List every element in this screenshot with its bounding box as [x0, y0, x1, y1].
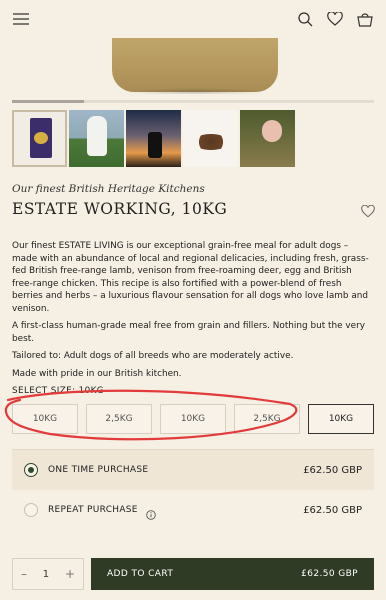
description-paragraph: Made with pride in our British kitchen. [12, 368, 182, 379]
kibble-graphic [193, 134, 229, 150]
quantity-decrement-button[interactable]: – [21, 567, 27, 581]
size-label: SELECT SIZE: 10KG [12, 386, 105, 396]
info-icon[interactable] [146, 505, 156, 520]
thumbnail-kibble[interactable] [183, 110, 238, 167]
quantity-increment-button[interactable]: + [65, 567, 75, 581]
size-option-selected[interactable]: 10KG [308, 404, 374, 434]
thumbnail-hand-with-food[interactable] [240, 110, 295, 167]
heart-icon[interactable] [326, 10, 344, 28]
product-subtitle: Our finest British Heritage Kitchens [12, 183, 205, 195]
option-price: £62.50 GBP [303, 504, 362, 516]
quantity-value[interactable]: 1 [43, 569, 49, 580]
description-paragraph: Tailored to: Adult dogs of all breeds wh… [12, 351, 294, 361]
thumbnail-deer-sunset[interactable] [126, 110, 181, 167]
thumbnail-dogs-in-field[interactable] [69, 110, 124, 167]
option-label: ONE TIME PURCHASE [48, 465, 149, 475]
size-options: 10KG 2,5KG 10KG 2,5KG 10KG [12, 404, 374, 434]
hand-graphic [262, 120, 282, 142]
one-time-purchase-option[interactable]: ONE TIME PURCHASE £62.50 GBP [12, 450, 374, 490]
repeat-purchase-radio[interactable] [24, 503, 38, 517]
gallery-thumbnails [12, 110, 295, 167]
option-label: REPEAT PURCHASE [48, 505, 138, 515]
product-title: ESTATE WORKING, 10KG [12, 200, 228, 218]
product-bag-image [112, 38, 278, 92]
description-paragraph: Our finest ESTATE LIVING is our exceptio… [12, 241, 369, 314]
thumbnail-product-pack[interactable] [12, 110, 67, 167]
add-to-cart-price: £62.50 GBP [301, 569, 358, 579]
size-option[interactable]: 2,5KG [234, 404, 300, 434]
size-option[interactable]: 2,5KG [86, 404, 152, 434]
add-to-cart-button[interactable]: ADD TO CART £62.50 GBP [91, 558, 374, 590]
product-description: Our finest ESTATE LIVING is our exceptio… [12, 240, 372, 385]
basket-icon[interactable] [356, 10, 374, 28]
search-icon[interactable] [296, 10, 314, 28]
bag-shadow [125, 88, 265, 94]
dog-graphic [87, 116, 107, 156]
add-to-cart-label: ADD TO CART [107, 569, 174, 579]
gallery-progress-bar[interactable] [12, 100, 374, 103]
one-time-purchase-radio[interactable] [24, 463, 38, 477]
wishlist-heart-icon[interactable] [361, 203, 375, 218]
quantity-stepper: – 1 + [12, 558, 84, 590]
size-option[interactable]: 10KG [160, 404, 226, 434]
repeat-purchase-option[interactable]: REPEAT PURCHASE £62.50 GBP [12, 490, 374, 530]
option-price: £62.50 GBP [303, 464, 362, 476]
size-option[interactable]: 10KG [12, 404, 78, 434]
purchase-options: ONE TIME PURCHASE £62.50 GBP REPEAT PURC… [12, 449, 374, 542]
hamburger-icon[interactable] [12, 10, 30, 28]
deer-graphic [148, 132, 162, 158]
gallery-progress-fill [12, 100, 85, 103]
site-header [0, 0, 386, 38]
description-paragraph: A first-class human-grade meal free from… [12, 321, 366, 344]
pack-graphic [30, 118, 52, 158]
header-actions [296, 10, 374, 28]
product-hero-image[interactable] [0, 38, 386, 94]
